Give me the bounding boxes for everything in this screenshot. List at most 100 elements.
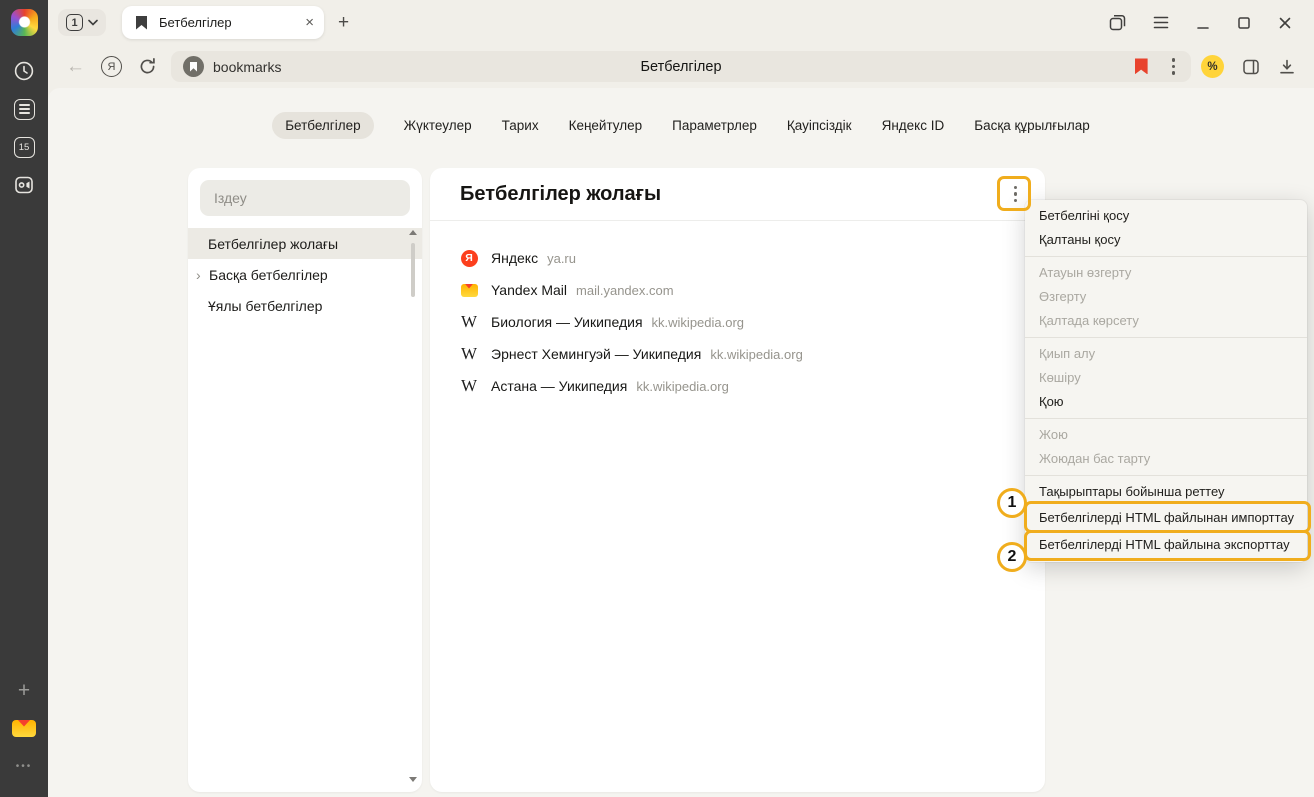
bookmark-title: Yandex Mail xyxy=(491,282,567,298)
bookmarks-search[interactable] xyxy=(200,180,410,216)
menu-item-edit: Өзгерту xyxy=(1025,285,1307,309)
chevron-down-icon xyxy=(88,19,98,26)
bookmarks-panel: Бетбелгілер жолағы Я Яндекс ya.ru Yandex… xyxy=(430,168,1045,792)
nav-extensions[interactable]: Кеңейтулер xyxy=(569,112,643,139)
chevron-right-icon[interactable]: › xyxy=(196,267,209,283)
menu-group: Тақырыптары бойынша реттеу Бетбелгілерді… xyxy=(1025,476,1307,562)
wikipedia-favicon: W xyxy=(460,313,478,331)
annotation-step-2-badge: 2 xyxy=(997,542,1027,572)
yandex-browser-logo-icon[interactable] xyxy=(11,9,38,36)
yandex-plus-icon[interactable]: % xyxy=(1201,55,1224,78)
app-window: 15 + ••• 1 Бетбелгілер × + ← xyxy=(0,0,1314,797)
menu-hamburger-icon[interactable] xyxy=(1153,16,1169,29)
scroll-up-icon[interactable] xyxy=(409,230,417,235)
envelope-icon xyxy=(461,284,478,297)
address-bar[interactable]: bookmarks Бетбелгілер xyxy=(171,51,1191,82)
manager-nav: Бетбелгілер Жүктеулер Тарих Кеңейтулер П… xyxy=(48,112,1314,139)
menu-item-undo-delete: Жоюдан бас тарту xyxy=(1025,447,1307,471)
nav-other-devices[interactable]: Басқа құрылғылар xyxy=(974,112,1090,139)
nav-yandex-id[interactable]: Яндекс ID xyxy=(882,112,945,139)
bookmark-url: kk.wikipedia.org xyxy=(636,379,729,394)
menu-group: Бетбелгіні қосу Қалтаны қосу xyxy=(1025,200,1307,257)
sidebar-item-mobile-bookmarks[interactable]: Ұялы бетбелгілер xyxy=(188,290,422,321)
scrollbar-thumb[interactable] xyxy=(411,243,415,297)
folder-label: Басқа бетбелгілер xyxy=(209,267,328,283)
bookmark-url: mail.yandex.com xyxy=(576,283,674,298)
bookmark-row[interactable]: W Эрнест Хемингуэй — Уикипедия kk.wikipe… xyxy=(460,338,1015,370)
scroll-down-icon[interactable] xyxy=(409,777,417,782)
side-panel-icon[interactable] xyxy=(1242,58,1260,76)
mail-favicon xyxy=(460,281,478,299)
menu-item-sort-by-title[interactable]: Тақырыптары бойынша реттеу xyxy=(1025,480,1307,504)
wikipedia-favicon: W xyxy=(460,345,478,363)
menu-item-export-html[interactable]: Бетбелгілерді HTML файлына экспорттау xyxy=(1025,531,1307,558)
nav-settings[interactable]: Параметрлер xyxy=(672,112,757,139)
menu-item-rename: Атауын өзгерту xyxy=(1025,261,1307,285)
url-text: bookmarks xyxy=(213,59,281,75)
active-tab[interactable]: Бетбелгілер × xyxy=(122,6,324,39)
panels-icon[interactable] xyxy=(1109,14,1126,31)
bookmark-row[interactable]: W Биология — Уикипедия kk.wikipedia.org xyxy=(460,306,1015,338)
bookmark-flag-icon[interactable] xyxy=(1135,58,1148,74)
bookmark-title: Астана — Уикипедия xyxy=(491,378,627,394)
folders-list: Бетбелгілер жолағы › Басқа бетбелгілер Ұ… xyxy=(188,228,422,321)
tab-bookmark-icon xyxy=(136,16,147,30)
calendar-15-badge: 15 xyxy=(14,137,35,158)
bookmark-row[interactable]: W Астана — Уикипедия kk.wikipedia.org xyxy=(460,370,1015,402)
panel-title: Бетбелгілер жолағы xyxy=(460,183,661,206)
menu-group: Жою Жоюдан бас тарту xyxy=(1025,419,1307,476)
download-icon[interactable] xyxy=(1278,58,1296,76)
sidebar-item-other-bookmarks[interactable]: › Басқа бетбелгілер xyxy=(188,259,422,290)
page-title: Бетбелгілер xyxy=(171,59,1191,75)
plus-glyph: + xyxy=(18,680,30,701)
bookmark-row[interactable]: Я Яндекс ya.ru xyxy=(460,242,1015,274)
menu-item-delete: Жою xyxy=(1025,423,1307,447)
sidebar-item-bookmarks-bar[interactable]: Бетбелгілер жолағы xyxy=(188,228,422,259)
back-button-icon[interactable]: ← xyxy=(66,57,85,76)
history-icon[interactable] xyxy=(12,59,36,83)
nav-bookmarks[interactable]: Бетбелгілер xyxy=(272,112,373,139)
address-more-icon[interactable] xyxy=(1168,56,1179,76)
refresh-icon[interactable] xyxy=(138,57,157,76)
menu-group: Қиып алу Көшіру Қою xyxy=(1025,338,1307,419)
new-tab-button[interactable]: + xyxy=(338,13,349,32)
video-call-icon[interactable] xyxy=(12,173,36,197)
menu-item-import-html[interactable]: Бетбелгілерді HTML файлынан импорттау xyxy=(1025,504,1307,531)
wikipedia-favicon: W xyxy=(460,377,478,395)
rail-more-dots-icon[interactable]: ••• xyxy=(12,754,36,778)
menu-item-cut: Қиып алу xyxy=(1025,342,1307,366)
tab-counter-button[interactable]: 1 xyxy=(58,9,106,36)
bookmark-glyph-icon xyxy=(190,62,197,72)
menu-item-paste[interactable]: Қою xyxy=(1025,390,1307,414)
yandex-search-icon[interactable]: Я xyxy=(101,56,122,77)
yandex-favicon: Я xyxy=(460,249,478,267)
feed-icon[interactable] xyxy=(12,97,36,121)
browser-toolbar: ← Я bookmarks Бетбелгілер % xyxy=(48,45,1314,88)
w-letter: W xyxy=(461,344,477,364)
minimize-icon[interactable] xyxy=(1196,16,1210,30)
bookmark-title: Эрнест Хемингуэй — Уикипедия xyxy=(491,346,701,362)
bookmark-row[interactable]: Yandex Mail mail.yandex.com xyxy=(460,274,1015,306)
menu-item-add-folder[interactable]: Қалтаны қосу xyxy=(1025,228,1307,252)
maximize-icon[interactable] xyxy=(1237,16,1251,30)
nav-downloads[interactable]: Жүктеулер xyxy=(404,112,472,139)
panel-more-icon[interactable] xyxy=(1010,184,1021,204)
site-badge-icon[interactable] xyxy=(183,56,204,77)
nav-security[interactable]: Қауіпсіздік xyxy=(787,112,852,139)
folders-scrollbar[interactable] xyxy=(407,230,419,782)
context-menu: Бетбелгіні қосу Қалтаны қосу Атауын өзге… xyxy=(1025,200,1307,562)
w-letter: W xyxy=(461,312,477,332)
mail-envelope-icon xyxy=(12,720,36,737)
search-input[interactable] xyxy=(212,189,398,207)
close-window-icon[interactable] xyxy=(1278,16,1292,30)
tab-strip: 1 Бетбелгілер × + xyxy=(48,0,1314,45)
w-letter: W xyxy=(461,376,477,396)
rail-add-icon[interactable]: + xyxy=(12,678,36,702)
yandex-mail-icon[interactable] xyxy=(12,716,36,740)
annotation-step-1-badge: 1 xyxy=(997,488,1027,518)
nav-history[interactable]: Тарих xyxy=(502,112,539,139)
bookmarks-panel-header: Бетбелгілер жолағы xyxy=(430,168,1045,221)
tab-close-icon[interactable]: × xyxy=(305,15,314,30)
menu-item-add-bookmark[interactable]: Бетбелгіні қосу xyxy=(1025,204,1307,228)
calendar-15-icon[interactable]: 15 xyxy=(12,135,36,159)
